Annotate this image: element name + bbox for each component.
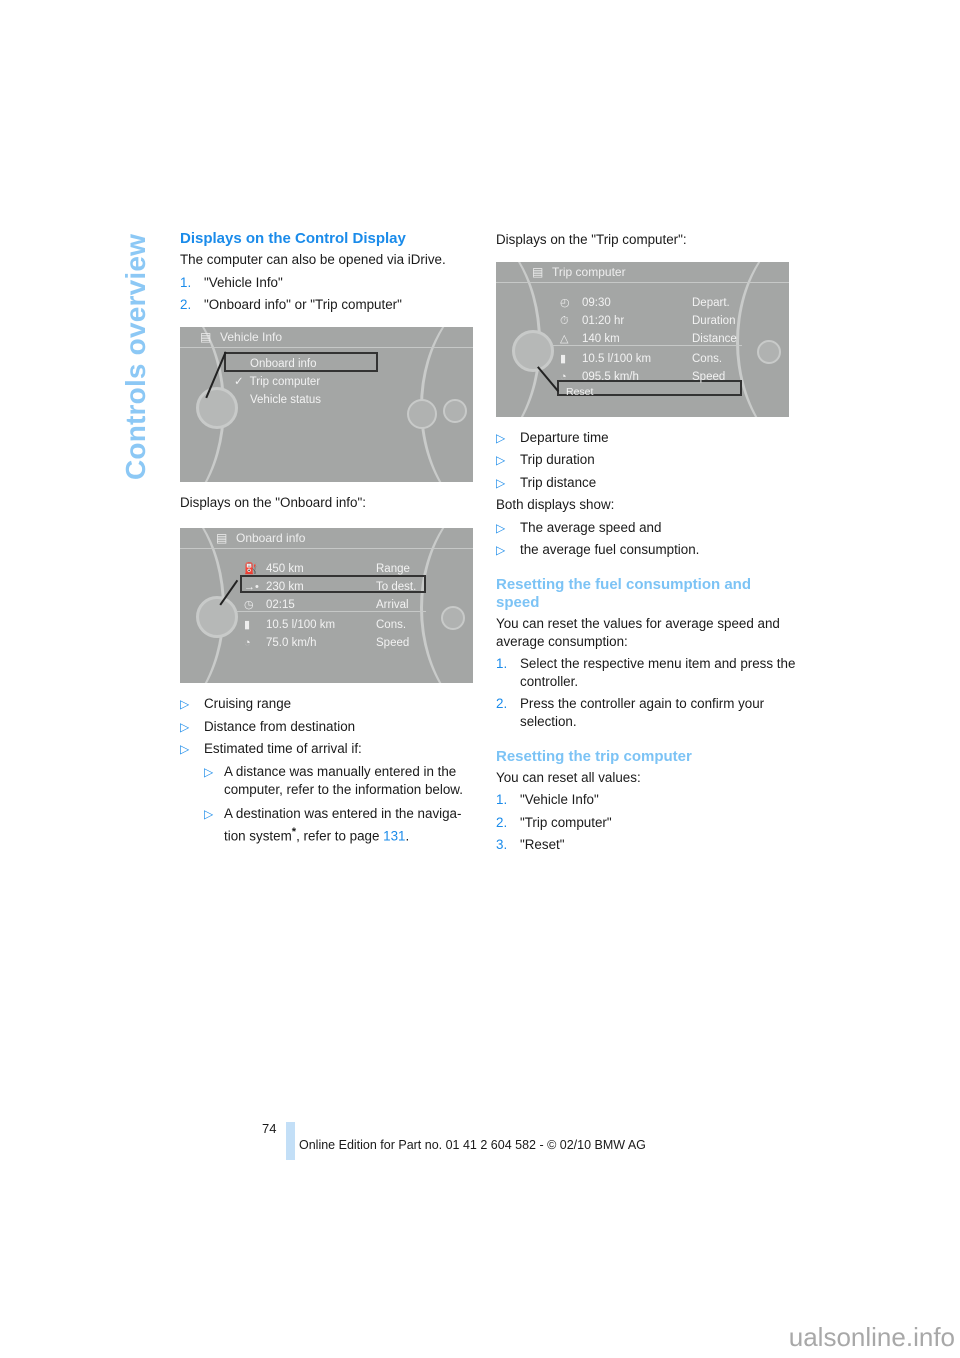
menu-item-vehicle-status: Vehicle status [250, 393, 321, 406]
step-item: 1. "Vehicle Info" [180, 274, 283, 290]
screen-title: ▤ Onboard info [180, 528, 473, 549]
footer-accent-bar [286, 1122, 295, 1160]
intro-text: The computer can also be opened via iDri… [180, 252, 446, 267]
section-side-title: Controls overview [120, 233, 151, 480]
option-knob-icon [443, 398, 467, 423]
onboard-info-screenshot: ▤ Onboard info ⛽ 450 km Range →• 230 km To de… [180, 528, 473, 683]
vehicle-info-screenshot: ▤ Vehicle Info Onboard info ✓ Trip compute… [180, 326, 473, 482]
sub-list-item: ▷ A destination was entered in the naviga… [204, 805, 462, 843]
trip-reset-item: Reset [566, 385, 594, 398]
menu-icon: ▤ [532, 264, 544, 279]
step-item: 2. Press the controller again to confirm … [496, 695, 765, 729]
screen-title: ▤ Vehicle Info [180, 327, 473, 348]
controller-knob-icon [512, 329, 554, 372]
step-item: 2. "Onboard info" or "Trip computer" [180, 297, 402, 312]
reset-trip-text: You can reset all values: [496, 769, 641, 785]
edition-footer: Online Edition for Part no. 01 41 2 604 … [299, 1138, 646, 1152]
step-item: 1. Select the respective menu item and pr… [496, 655, 796, 689]
list-item: ▷ Cruising range [180, 693, 480, 716]
option-knob-icon [757, 339, 781, 364]
list-item: ▷ The average speed and [496, 517, 796, 540]
bullet-arrow-icon: ▷ [496, 520, 506, 535]
option-knob-icon [407, 398, 437, 429]
step-item: 2. "Trip computer" [496, 814, 612, 830]
page-reference-link[interactable]: 131 [383, 828, 405, 843]
trip-caption: Displays on the "Trip computer": [496, 232, 687, 247]
list-item: ▷ Departure time [496, 427, 796, 450]
sub-list-item: ▷ A distance was manually entered in the … [204, 763, 463, 797]
bullet-arrow-icon: ▷ [496, 430, 506, 445]
bullet-arrow-icon: ▷ [180, 697, 190, 711]
bullet-arrow-icon: ▷ [496, 475, 506, 490]
bullet-arrow-icon: ▷ [180, 742, 190, 756]
controller-knob-icon [196, 596, 238, 638]
option-knob-icon [441, 606, 465, 630]
left-column: Displays on the Control Display The comp… [180, 229, 480, 845]
speedometer-icon: ◔ [244, 637, 251, 649]
list-item: ▷ the average fuel consumption. [496, 539, 796, 562]
heading-reset-consumption: Resetting the fuel consumption and speed [496, 575, 752, 611]
bullet-arrow-icon: ▷ [496, 543, 506, 557]
step-item: 3. "Reset" [496, 837, 565, 852]
menu-icon: ▤ [200, 329, 212, 344]
bullet-arrow-icon: ▷ [496, 453, 506, 467]
list-item: ▷ Trip duration [496, 449, 796, 472]
heading-reset-trip-computer: Resetting the trip computer [496, 747, 692, 765]
list-item: ▷ Estimated time of arrival if: [180, 738, 480, 761]
bullet-arrow-icon: ▷ [180, 719, 190, 734]
controller-knob-icon [196, 386, 238, 429]
trip-computer-screenshot: ▤ Trip computer ◴ 09:30 Depart. ⏱ 01:20 hr Du… [496, 261, 789, 417]
bullet-arrow-icon: ▷ [204, 806, 214, 821]
menu-icon: ▤ [216, 531, 228, 545]
check-icon: ✓ [234, 375, 244, 388]
page-number: 74 [262, 1121, 277, 1136]
watermark: ualsonline.info [788, 1322, 955, 1352]
list-item: ▷ Distance from destination [180, 716, 480, 739]
right-column: Displays on the "Trip computer": ▤ Trip c… [496, 229, 796, 857]
onboard-row-speed: ◔ 75.0 km/h Speed [244, 632, 409, 655]
bullet-arrow-icon: ▷ [204, 764, 214, 779]
both-displays-text: Both displays show: [496, 497, 615, 512]
heading-control-display: Displays on the Control Display [180, 230, 406, 247]
screen-title: ▤ Trip computer [496, 262, 789, 283]
list-item: ▷ Trip distance [496, 472, 796, 495]
step-item: 1. "Vehicle Info" [496, 792, 599, 807]
reset-consumption-text: You can reset the values for average spe… [496, 615, 780, 649]
onboard-caption: Displays on the "Onboard info": [180, 494, 366, 510]
